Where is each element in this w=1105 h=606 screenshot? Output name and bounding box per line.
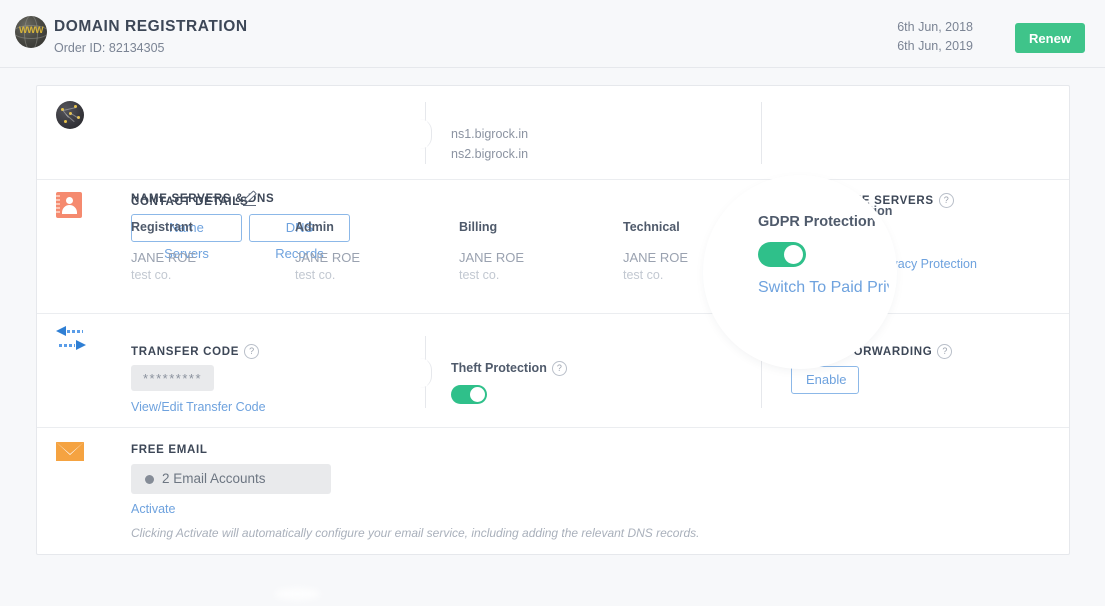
contact-head: Registrant xyxy=(131,220,193,234)
contact-column-admin: Admin JANE ROE test co. xyxy=(295,220,360,282)
email-accounts-count: 2 Email Accounts xyxy=(162,471,266,486)
page-header: WWW DOMAIN REGISTRATION Order ID: 821343… xyxy=(0,0,1105,68)
contact-column-technical: Technical JANE ROE test co. xyxy=(623,220,688,282)
contact-org: test co. xyxy=(623,268,664,282)
contact-org: test co. xyxy=(295,268,336,282)
email-accounts-pill[interactable]: 2 Email Accounts xyxy=(131,464,331,494)
section-divider-1 xyxy=(420,102,432,164)
magnified-gdpr-protection-label: GDPR Protection xyxy=(758,214,876,230)
page-title: DOMAIN REGISTRATION xyxy=(54,18,248,35)
free-email-section: FREE EMAIL 2 Email Accounts Activate Cli… xyxy=(37,428,1069,554)
www-globe-icon: WWW xyxy=(15,16,47,48)
network-globe-icon xyxy=(56,101,84,129)
transfer-code-help-icon[interactable]: ? xyxy=(244,344,260,359)
contact-head: Technical xyxy=(623,220,680,234)
transfer-code-section: TRANSFER CODE? ********* View/Edit Trans… xyxy=(37,314,1069,428)
registration-dates: 6th Jun, 2018 6th Jun, 2019 xyxy=(897,18,973,56)
renew-button[interactable]: Renew xyxy=(1015,23,1085,53)
free-email-note: Clicking Activate will automatically con… xyxy=(131,526,700,540)
contact-name: JANE ROE xyxy=(623,250,689,265)
contact-head: Admin xyxy=(295,220,334,234)
page-bottom-artifact xyxy=(275,588,320,600)
pencil-icon[interactable] xyxy=(243,190,257,206)
activate-email-link[interactable]: Activate xyxy=(131,502,175,516)
date-start: 6th Jun, 2018 xyxy=(897,20,973,34)
section-divider-2 xyxy=(761,102,762,164)
contact-column-registrant: Registrant JANE ROE test co. xyxy=(131,220,196,282)
name-server-2: ns2.bigrock.in xyxy=(451,147,529,161)
magnified-gdpr-protection-toggle[interactable] xyxy=(758,242,806,267)
enable-domain-forwarding-button[interactable]: Enable xyxy=(791,366,859,394)
contact-org: test co. xyxy=(131,268,172,282)
order-id: Order ID: 82134305 xyxy=(54,41,165,55)
name-server-1: ns1.bigrock.in xyxy=(451,127,529,141)
theft-protection-toggle[interactable] xyxy=(451,385,487,404)
transfer-arrows-icon xyxy=(56,326,86,354)
name-server-list: ns1.bigrock.in ns2.bigrock.in xyxy=(451,124,528,164)
name-servers-section: NAME SERVERS & DNS Name Servers DNS Reco… xyxy=(37,86,1069,261)
date-end: 6th Jun, 2019 xyxy=(897,39,973,53)
status-dot-icon xyxy=(145,475,154,484)
theft-protection-help-icon[interactable]: ? xyxy=(551,361,567,376)
free-email-label: FREE EMAIL xyxy=(131,444,208,456)
contact-details-label: CONTACT DETAILS xyxy=(131,196,249,208)
contact-column-billing: Billing JANE ROE test co. xyxy=(459,220,524,282)
contact-org: test co. xyxy=(459,268,500,282)
contact-name: JANE ROE xyxy=(459,250,525,265)
section-divider-4 xyxy=(420,336,432,408)
envelope-icon xyxy=(56,442,84,461)
contact-head: Billing xyxy=(459,220,498,234)
domain-forwarding-help-icon[interactable]: ? xyxy=(937,344,953,359)
domain-details-card: NAME SERVERS & DNS Name Servers DNS Reco… xyxy=(36,85,1070,555)
contact-name: JANE ROE xyxy=(295,250,361,265)
contact-name: JANE ROE xyxy=(131,250,197,265)
magnified-switch-to-paid-privacy-link[interactable]: Switch To Paid Privacy Protection xyxy=(758,279,890,297)
transfer-code-label: TRANSFER CODE? xyxy=(131,344,260,359)
contact-details-section: CONTACT DETAILS Registrant JANE ROE test… xyxy=(37,180,1069,314)
contact-card-icon xyxy=(56,192,82,218)
theft-protection-label: Theft Protection? xyxy=(451,361,567,376)
gdpr-magnifier-lens: GDPR Protection Switch To Paid Privacy P… xyxy=(710,182,890,362)
transfer-code-masked-field[interactable]: ********* xyxy=(131,365,214,391)
view-edit-transfer-code-link[interactable]: View/Edit Transfer Code xyxy=(131,400,266,414)
